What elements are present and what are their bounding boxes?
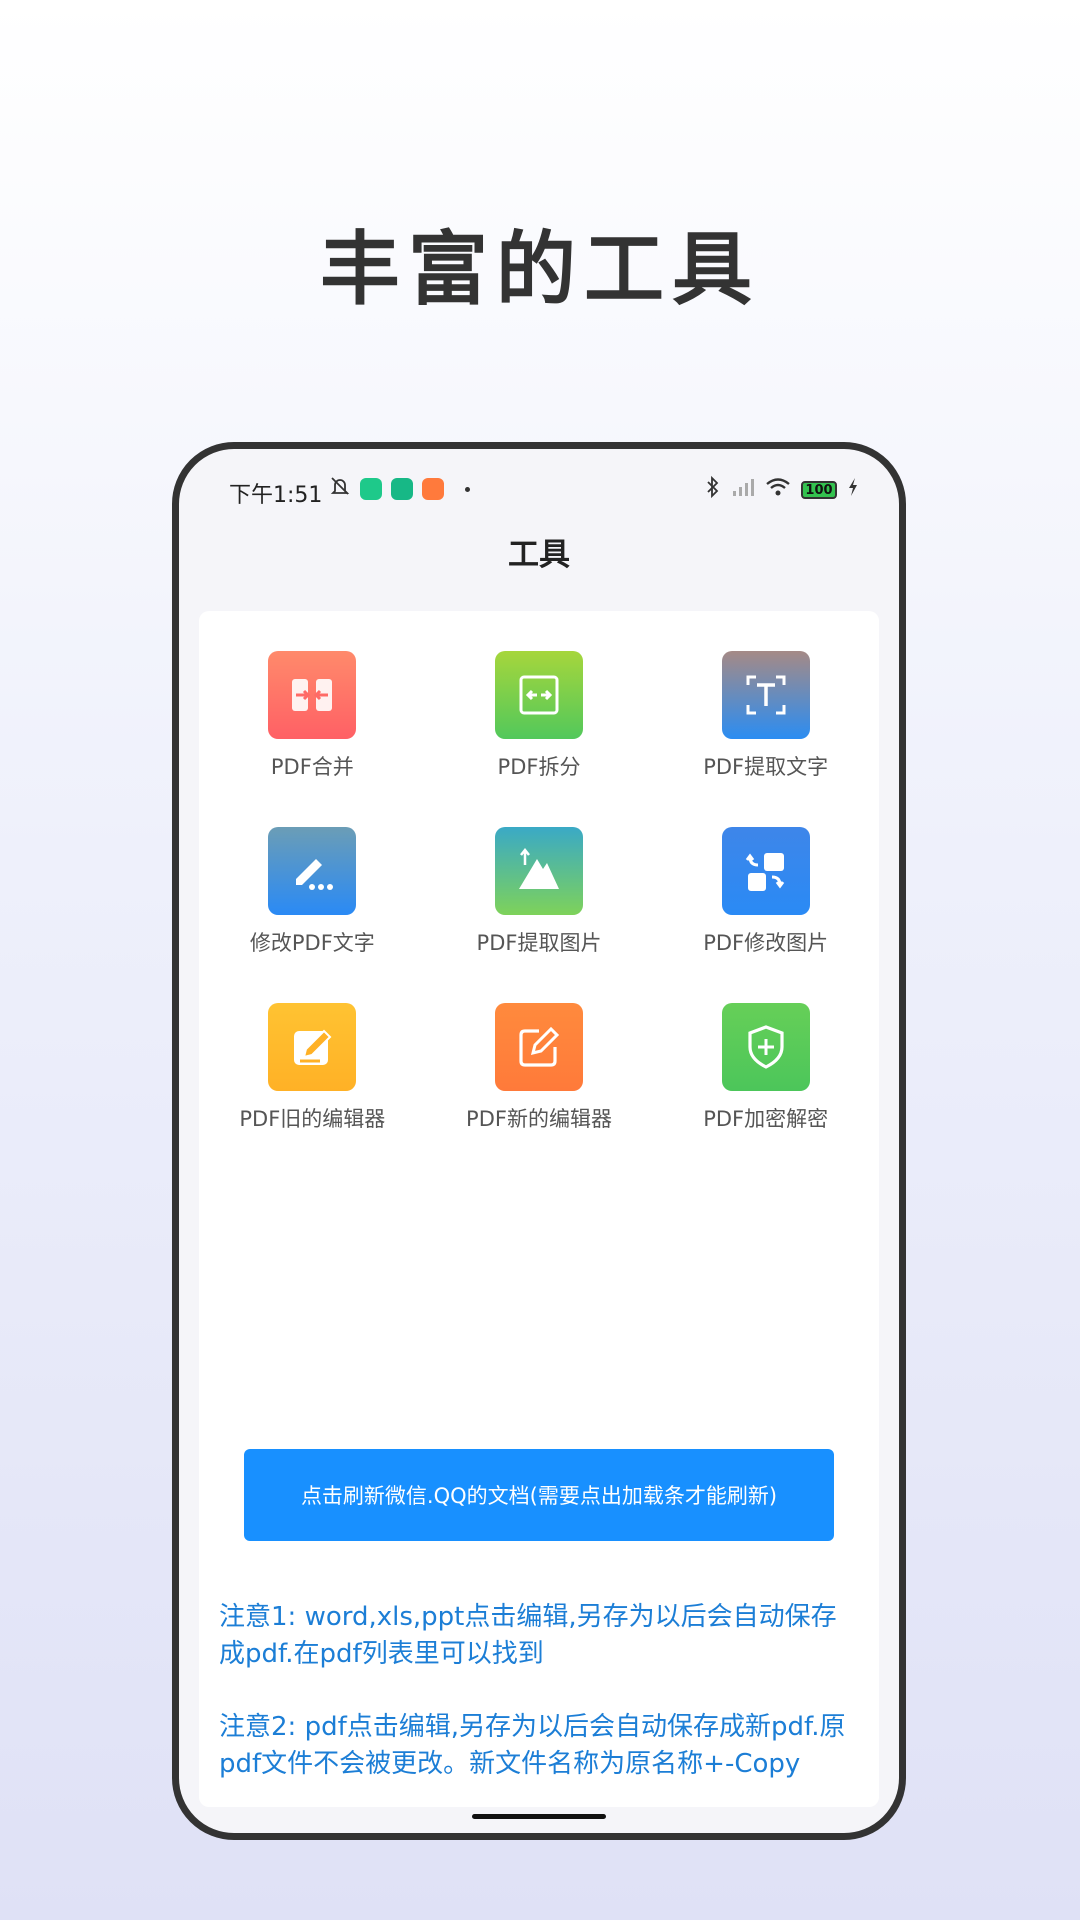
signal-icon	[731, 477, 755, 503]
bluetooth-icon	[705, 475, 721, 505]
app-shield-icon	[391, 478, 413, 500]
status-time: 下午1:51	[229, 483, 323, 508]
app-cat-icon	[422, 478, 444, 500]
dot-icon	[465, 486, 470, 492]
shield-plus-icon	[721, 1003, 810, 1091]
tool-label: PDF拆分	[497, 755, 581, 779]
phone-frame: 下午1:51 100 工具 PDF合并 PDF拆分 PDF提取文字 修改PDF文…	[172, 442, 906, 1840]
tool-pdf-old-editor[interactable]: PDF旧的编辑器	[199, 1003, 426, 1133]
headline: 丰富的工具	[320, 223, 760, 316]
note-1: 注意1: word,xls,ppt点击编辑,另存为以后会自动保存成pdf.在pd…	[219, 1602, 837, 1669]
image-extract-icon	[494, 827, 583, 915]
tool-pdf-edit-image[interactable]: PDF修改图片	[652, 827, 879, 957]
home-indicator[interactable]	[472, 1814, 606, 1819]
tool-label: PDF提取文字	[703, 755, 829, 779]
note-2: 注意2: pdf点击编辑,另存为以后会自动保存成新pdf.原pdf文件不会被更改…	[219, 1712, 846, 1779]
split-icon	[494, 651, 583, 739]
editor-old-icon	[268, 1003, 357, 1091]
status-right-icons: 100	[705, 475, 859, 505]
tool-label: PDF新的编辑器	[466, 1107, 612, 1131]
tool-label: PDF加密解密	[703, 1107, 829, 1131]
tool-label: PDF提取图片	[476, 931, 602, 955]
tool-label: PDF修改图片	[703, 931, 829, 955]
tool-pdf-encrypt[interactable]: PDF加密解密	[652, 1003, 879, 1133]
battery-icon: 100	[801, 481, 837, 499]
status-bar: 下午1:51 100	[179, 449, 899, 531]
tool-pdf-merge[interactable]: PDF合并	[199, 651, 426, 781]
editor-new-icon	[494, 1003, 583, 1091]
status-left-icons	[329, 475, 470, 503]
tool-label: 修改PDF文字	[249, 931, 375, 955]
image-edit-icon	[721, 827, 810, 915]
wifi-icon	[765, 477, 791, 503]
alarm-off-icon	[329, 475, 351, 503]
page-title: 工具	[508, 537, 570, 573]
tools-grid: PDF合并 PDF拆分 PDF提取文字 修改PDF文字 PDF提取图片 PDF修…	[199, 651, 879, 1133]
refresh-documents-button[interactable]: 点击刷新微信.QQ的文档(需要点出加载条才能刷新)	[244, 1449, 834, 1541]
merge-icon	[268, 651, 357, 739]
charging-icon	[847, 477, 859, 503]
tools-card: PDF合并 PDF拆分 PDF提取文字 修改PDF文字 PDF提取图片 PDF修…	[199, 611, 879, 1807]
tool-edit-pdf-text[interactable]: 修改PDF文字	[199, 827, 426, 957]
app-shield-icon	[360, 478, 382, 500]
edit-text-icon	[268, 827, 357, 915]
tool-pdf-extract-image[interactable]: PDF提取图片	[426, 827, 653, 957]
tool-pdf-extract-text[interactable]: PDF提取文字	[652, 651, 879, 781]
tool-pdf-new-editor[interactable]: PDF新的编辑器	[426, 1003, 653, 1133]
tool-pdf-split[interactable]: PDF拆分	[426, 651, 653, 781]
tool-label: PDF旧的编辑器	[239, 1107, 386, 1131]
tool-label: PDF合并	[270, 755, 354, 779]
text-scan-icon	[721, 651, 810, 739]
